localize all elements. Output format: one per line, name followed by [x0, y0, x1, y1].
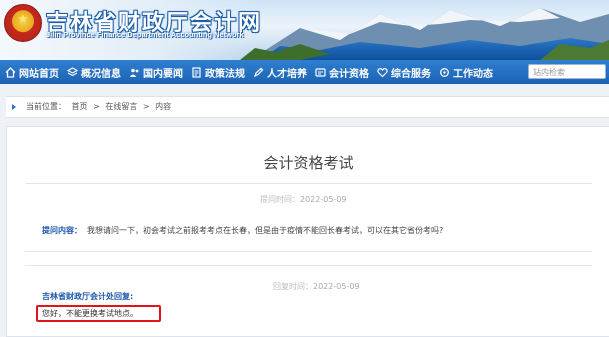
- divider: [25, 265, 592, 266]
- nav-item-news[interactable]: 国内要闻: [129, 65, 183, 80]
- breadcrumb-link-home[interactable]: 首页: [72, 102, 88, 111]
- users-icon: [129, 67, 140, 78]
- header-banner: ★ 吉林省财政厅会计网 Jilin Province Finance Depar…: [0, 0, 609, 60]
- breadcrumb-current: 内容: [155, 102, 172, 111]
- breadcrumb: 当前位置： 首页 > 在线留言 > 内容: [6, 96, 609, 118]
- layers-icon: [67, 66, 78, 78]
- breadcrumb-prefix: 当前位置：: [26, 102, 66, 111]
- nav-item-qualification[interactable]: 会计资格: [315, 65, 369, 80]
- reply-text: 您好，不能更换考试地点。: [42, 309, 138, 318]
- reply-time-label: 回复时间：: [273, 282, 313, 291]
- refresh-icon: [439, 67, 450, 78]
- question-time: 提问时间：2022-05-09: [260, 194, 347, 205]
- article-title: 会计资格考试: [263, 154, 354, 172]
- nav-label: 政策法规: [205, 68, 245, 80]
- heart-icon: [377, 67, 388, 78]
- question-time-value: 2022-05-09: [300, 195, 347, 204]
- document-icon: [191, 66, 202, 78]
- pen-icon: [253, 67, 264, 78]
- nav-label: 人才培养: [267, 68, 307, 80]
- breadcrumb-separator: >: [93, 102, 100, 111]
- breadcrumb-link-messages[interactable]: 在线留言: [105, 102, 137, 111]
- nav-label: 综合服务: [391, 68, 431, 80]
- question-label: 提问内容：: [42, 226, 82, 235]
- nav-item-policies[interactable]: 政策法规: [191, 65, 245, 80]
- breadcrumb-separator: >: [142, 102, 150, 111]
- nav-item-overview[interactable]: 概况信息: [67, 65, 121, 80]
- divider: [25, 251, 592, 252]
- nav-label: 网站首页: [19, 68, 59, 80]
- divider: [25, 183, 592, 184]
- nav-label: 会计资格: [329, 68, 369, 80]
- nav-item-services[interactable]: 综合服务: [377, 65, 431, 80]
- national-emblem-icon: ★: [4, 4, 42, 42]
- card-icon: [315, 67, 326, 78]
- site-search-input[interactable]: 站内检索: [528, 64, 606, 79]
- nav-item-home[interactable]: 网站首页: [5, 65, 59, 80]
- nav-item-talent[interactable]: 人才培养: [253, 65, 307, 80]
- home-icon: [5, 66, 16, 78]
- reply-time: 回复时间：2022-05-09: [273, 281, 360, 292]
- nav-item-work-news[interactable]: 工作动态: [439, 65, 493, 80]
- question-text: 我想请问一下，初会考试之前报考考点在长春，但是由于疫情不能回长春考试，可以在其它…: [87, 226, 444, 235]
- nav-label: 工作动态: [453, 68, 493, 80]
- nav-label: 概况信息: [81, 68, 121, 80]
- main-nav: 网站首页 概况信息 国内要闻 政策法规 人才培养 会计资格 综合服务 工作动态: [0, 60, 609, 84]
- site-subtitle: Jilin Province Finance Department Accoun…: [46, 30, 244, 39]
- content-panel: 会计资格考试 提问时间：2022-05-09 提问内容： 我想请问一下，初会考试…: [6, 126, 609, 337]
- question-time-label: 提问时间：: [260, 195, 300, 204]
- nav-label: 国内要闻: [143, 68, 183, 80]
- triangle-right-icon: [12, 104, 16, 110]
- reply-from: 吉林省财政厅会计处回复:: [42, 292, 134, 301]
- reply-time-value: 2022-05-09: [313, 282, 360, 291]
